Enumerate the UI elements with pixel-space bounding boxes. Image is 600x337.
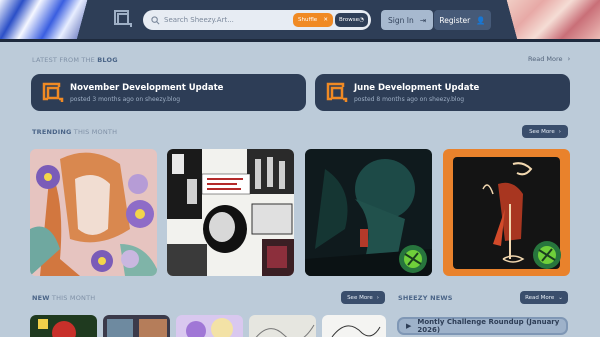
blog-post-meta: posted 3 months ago on sheezy.blog <box>70 95 181 103</box>
blog-title-prefix: LATEST FROM THE <box>32 56 98 64</box>
browse-label: Browse <box>339 17 360 23</box>
register-button[interactable]: Register 👤 <box>434 10 491 30</box>
signin-button[interactable]: Sign In ⇥ <box>381 10 433 30</box>
artwork-thumbnail[interactable] <box>103 315 170 337</box>
blog-post-meta: posted 8 months ago on sheezy.blog <box>354 95 465 103</box>
browse-button[interactable]: Browse ◔ <box>335 13 368 27</box>
new-artwork-3 <box>176 315 243 337</box>
sheezy-logo-icon[interactable] <box>112 8 134 30</box>
signin-label: Sign In <box>387 15 414 25</box>
blog-post-icon <box>42 82 64 102</box>
new-section-title: NEW THIS MONTH <box>32 294 95 302</box>
artwork-thumbnail[interactable] <box>30 149 157 276</box>
chevron-right-icon: › <box>567 55 571 63</box>
new-title-suffix: THIS MONTH <box>49 294 96 302</box>
header-banner-art-right <box>502 0 600 42</box>
new-artwork-5 <box>322 315 386 337</box>
shuffle-button[interactable]: Shuffle ✕ <box>293 13 333 27</box>
login-icon: ⇥ <box>419 15 426 25</box>
artwork-thumbnail[interactable] <box>176 315 243 337</box>
new-artwork-4 <box>249 315 316 337</box>
shuffle-label: Shuffle <box>298 17 318 23</box>
news-read-more-label: Read More <box>525 294 555 301</box>
news-item-title: Montly Challenge Roundup (January 2026) <box>417 318 560 334</box>
header-banner-art-left <box>0 0 92 42</box>
floral-portrait-art <box>30 149 157 276</box>
shuffle-icon: ✕ <box>323 17 328 23</box>
news-read-more-button[interactable]: Read More ⌄ <box>520 291 568 304</box>
artwork-thumbnail[interactable] <box>443 149 570 276</box>
blog-post-title: June Development Update <box>354 82 480 93</box>
news-item[interactable]: ▶ Montly Challenge Roundup (January 2026… <box>397 317 568 335</box>
orange-character-poster-art <box>443 149 570 276</box>
news-title: SHEEZY NEWS <box>398 294 453 302</box>
trending-section-title: TRENDING THIS MONTH <box>32 128 117 136</box>
register-label: Register <box>439 15 471 25</box>
blog-read-more-label: Read More <box>528 55 563 63</box>
news-section-title: SHEEZY NEWS <box>398 294 453 302</box>
blog-post-title: November Development Update <box>70 82 224 93</box>
dark-teal-scene-art <box>305 149 432 276</box>
browse-icon: ◔ <box>359 17 364 23</box>
search-input[interactable] <box>164 16 299 24</box>
trending-title-highlight: TRENDING <box>32 128 72 136</box>
artwork-thumbnail[interactable] <box>322 315 386 337</box>
trending-see-more-label: See More <box>529 128 555 135</box>
blog-post-icon <box>326 82 348 102</box>
artwork-thumbnail[interactable] <box>30 315 97 337</box>
chevron-right-icon: › <box>376 294 379 301</box>
artwork-thumbnail[interactable] <box>305 149 432 276</box>
trending-title-suffix: THIS MONTH <box>71 128 118 136</box>
chevron-right-icon: › <box>558 128 561 135</box>
artwork-thumbnail[interactable] <box>249 315 316 337</box>
blog-read-more-link[interactable]: Read More › <box>528 55 570 63</box>
new-see-more-button[interactable]: See More › <box>341 291 385 304</box>
chevron-down-icon: ⌄ <box>558 294 563 301</box>
blog-post-card[interactable]: June Development Update posted 8 months … <box>315 74 570 111</box>
artwork-thumbnail[interactable] <box>167 149 294 276</box>
new-artwork-1 <box>30 315 97 337</box>
search-icon <box>151 15 160 24</box>
blog-section-title: LATEST FROM THE BLOG <box>32 56 118 64</box>
site-header: Shuffle ✕ Browse ◔ Sign In ⇥ Register 👤 <box>0 0 600 42</box>
new-artwork-2 <box>103 315 170 337</box>
trending-see-more-button[interactable]: See More › <box>522 125 568 138</box>
blog-post-card[interactable]: November Development Update posted 3 mon… <box>31 74 306 111</box>
news-item-icon: ▶ <box>406 322 412 330</box>
blog-title-highlight: BLOG <box>97 56 118 64</box>
black-white-collage-art <box>167 149 294 276</box>
new-see-more-label: See More <box>347 294 373 301</box>
add-user-icon: 👤 <box>476 15 486 25</box>
new-title-highlight: NEW <box>32 294 50 302</box>
